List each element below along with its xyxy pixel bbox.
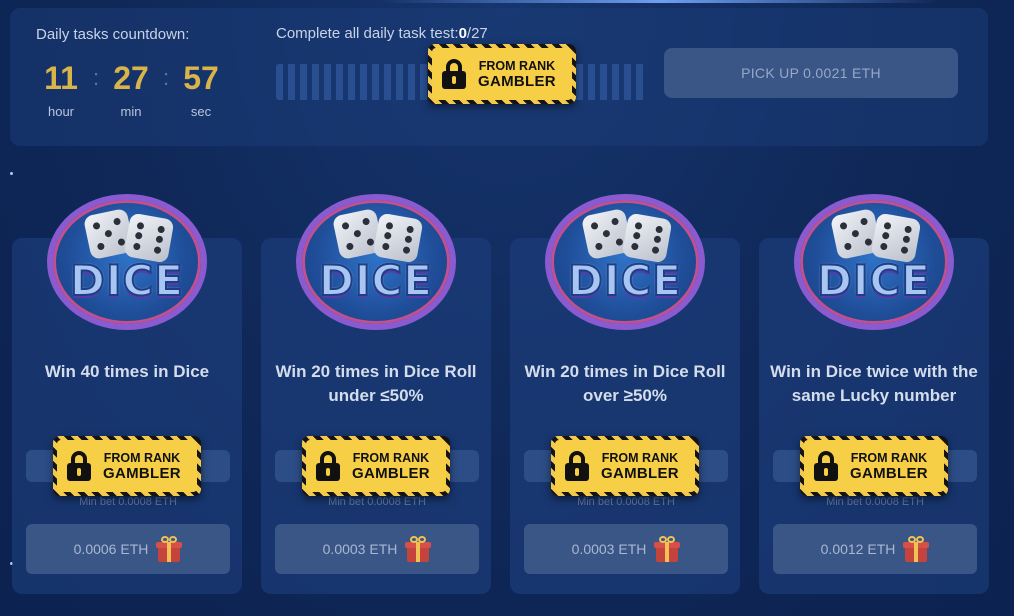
rank-badge-line2: GAMBLER — [103, 465, 181, 482]
dice-logo-text: DICE — [69, 255, 184, 306]
dice-game-logo: DICE — [794, 194, 954, 330]
seconds-label: sec — [190, 104, 212, 119]
task-min-bet: Min bet 0.0008 ETH — [79, 496, 177, 508]
rank-badge-line2: GAMBLER — [850, 465, 928, 482]
countdown-title: Daily tasks countdown: — [36, 26, 190, 43]
task-reward-button[interactable]: 0.0006 ETH — [26, 524, 230, 574]
rank-badge-line2: GAMBLER — [478, 73, 556, 90]
complete-prefix: Complete all daily task test: — [276, 25, 459, 42]
reward-amount: 0.0003 ETH — [571, 541, 647, 557]
rank-lock-badge: FROM RANK GAMBLER — [551, 436, 699, 496]
lock-icon — [316, 451, 340, 481]
task-title: Win 20 times in Dice Roll under ≤50% — [275, 362, 477, 405]
gift-icon — [405, 536, 432, 562]
top-glow — [380, 0, 940, 3]
dice-logo-text: DICE — [318, 255, 433, 306]
task-min-bet: Min bet 0.0008 ETH — [826, 496, 924, 508]
rank-badge-line1: FROM RANK — [352, 451, 430, 465]
timer-separator: : — [162, 65, 170, 90]
task-title: Win 20 times in Dice Roll over ≥50% — [524, 362, 726, 405]
dice-game-logo: DICE — [545, 194, 705, 330]
complete-total: /27 — [466, 25, 488, 42]
rank-badge-line2: GAMBLER — [601, 465, 679, 482]
lock-icon — [67, 451, 91, 481]
pickup-reward-button[interactable]: PICK UP 0.0021 ETH — [664, 48, 958, 98]
task-reward-button[interactable]: 0.0003 ETH — [524, 524, 728, 574]
seconds-value: 57 — [183, 60, 219, 96]
timer-separator: : — [92, 65, 100, 90]
reward-amount: 0.0003 ETH — [322, 541, 398, 557]
dice-game-logo: DICE — [296, 194, 456, 330]
rank-badge-line1: FROM RANK — [103, 451, 181, 465]
dice-logo-text: DICE — [816, 255, 931, 306]
rank-badge-line1: FROM RANK — [850, 451, 928, 465]
rank-lock-badge: FROM RANK GAMBLER — [302, 436, 450, 496]
minutes-value: 27 — [113, 60, 149, 96]
countdown-timer: 11 hour : 27 min : 57 sec — [36, 60, 226, 119]
timer-minutes: 27 min — [106, 60, 156, 119]
lock-icon — [442, 59, 466, 89]
rank-lock-badge: FROM RANK GAMBLER — [428, 44, 576, 104]
rank-badge-line1: FROM RANK — [478, 59, 556, 73]
timer-seconds: 57 sec — [176, 60, 226, 119]
hours-value: 11 — [44, 60, 78, 96]
gift-icon — [903, 536, 930, 562]
rank-badge-line2: GAMBLER — [352, 465, 430, 482]
task-reward-button[interactable]: 0.0012 ETH — [773, 524, 977, 574]
reward-amount: 0.0012 ETH — [820, 541, 896, 557]
timer-hours: 11 hour — [36, 60, 86, 119]
dice-game-logo: DICE — [47, 194, 207, 330]
lock-icon — [814, 451, 838, 481]
rank-badge-line1: FROM RANK — [601, 451, 679, 465]
complete-all-label: Complete all daily task test:0/27 — [276, 25, 488, 42]
lock-icon — [565, 451, 589, 481]
task-min-bet: Min bet 0.0008 ETH — [577, 496, 675, 508]
task-title: Win 40 times in Dice — [44, 362, 210, 381]
reward-amount: 0.0006 ETH — [73, 541, 149, 557]
decor-dot — [10, 172, 13, 175]
task-reward-button[interactable]: 0.0003 ETH — [275, 524, 479, 574]
complete-count: 0 — [458, 25, 467, 42]
dice-logo-text: DICE — [567, 255, 682, 306]
gift-icon — [156, 536, 183, 562]
task-min-bet: Min bet 0.0008 ETH — [328, 496, 426, 508]
rank-lock-badge: FROM RANK GAMBLER — [53, 436, 201, 496]
minutes-label: min — [120, 104, 142, 119]
hours-label: hour — [47, 104, 75, 119]
rank-lock-badge: FROM RANK GAMBLER — [800, 436, 948, 496]
gift-icon — [654, 536, 681, 562]
task-title: Win in Dice twice with the same Lucky nu… — [770, 362, 978, 405]
